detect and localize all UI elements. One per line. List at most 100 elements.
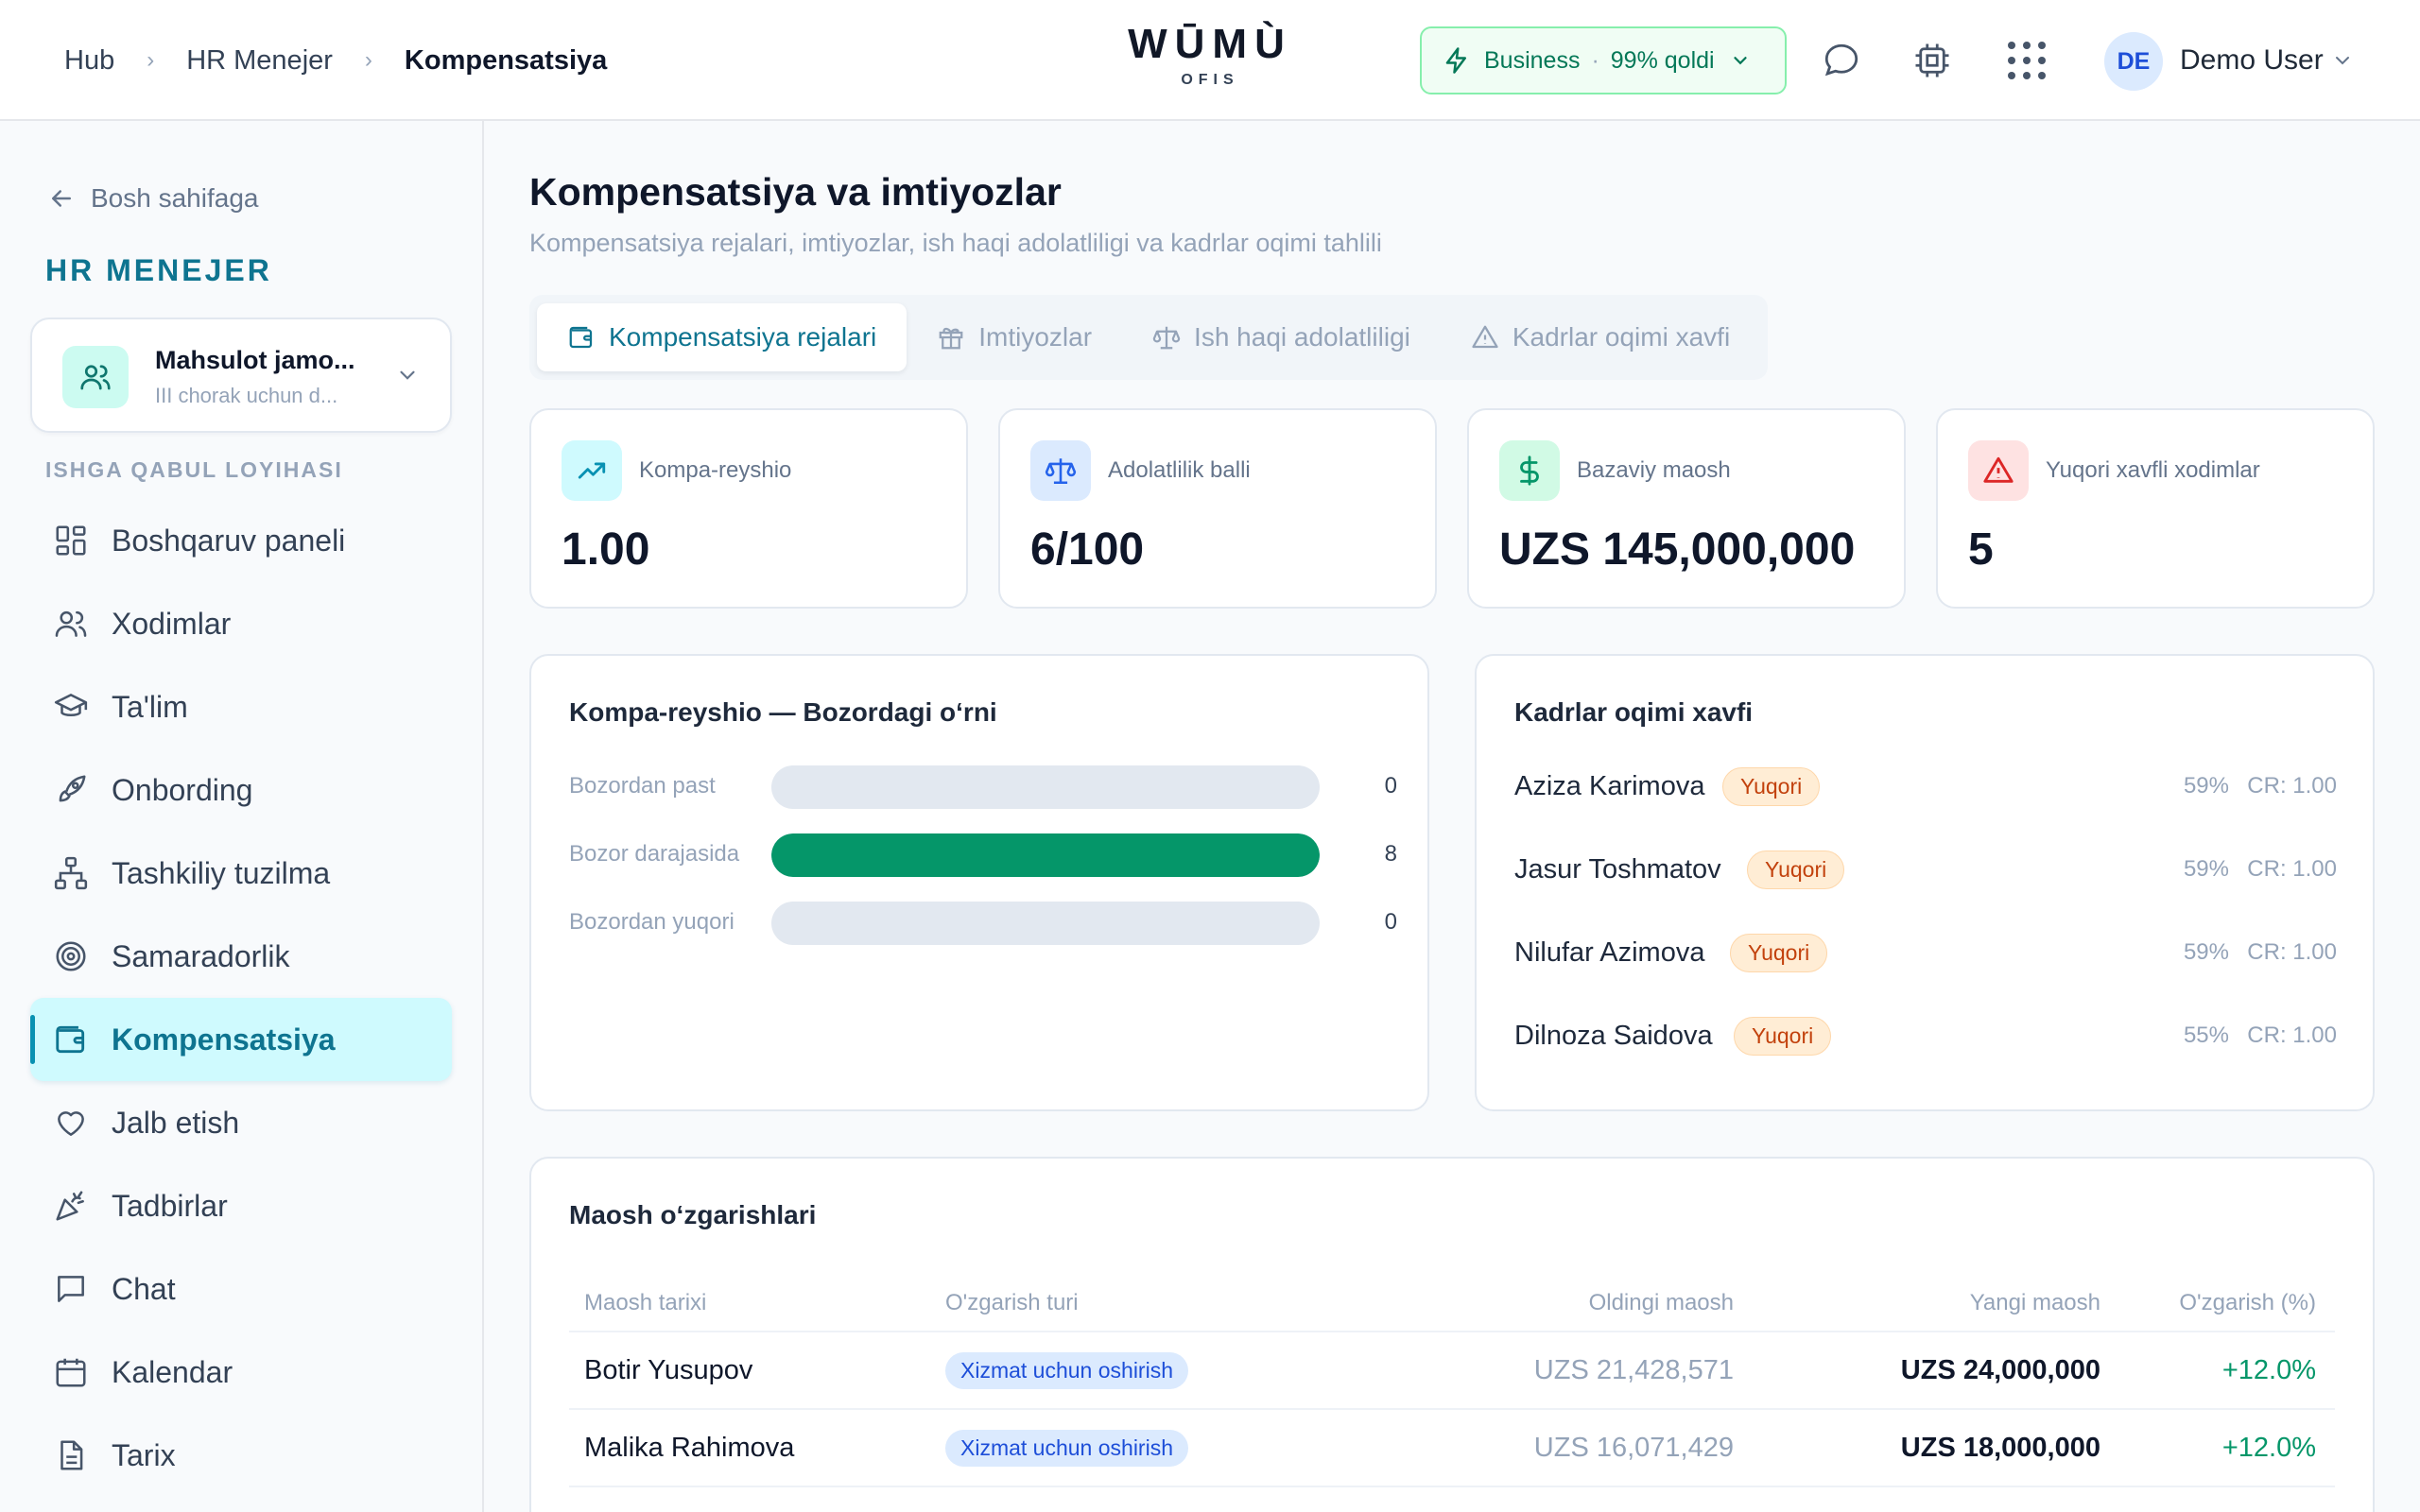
back-to-home-link[interactable]: Bosh sahifaga (47, 183, 258, 214)
sidebar-item-chat[interactable]: Chat (30, 1247, 452, 1331)
sidebar-item-history[interactable]: Tarix (30, 1414, 452, 1497)
tab-benefits[interactable]: Imtiyozlar (907, 303, 1122, 371)
stat-label: Adolatlilik balli (1108, 457, 1251, 483)
change-type-cell: Xizmat uchun oshirish (945, 1410, 1342, 1486)
risk-percent: 59% (2183, 856, 2229, 882)
risk-row[interactable]: Jasur Toshmatov Yuqori 59% CR: 1.00 (1514, 843, 2337, 900)
tab-label: Imtiyozlar (978, 322, 1093, 352)
risk-badge: Yuqori (1747, 850, 1845, 889)
risk-percent: 59% (2183, 773, 2229, 799)
document-icon (60, 1440, 83, 1470)
app-logo[interactable]: WŪMÙ OFIS (1115, 19, 1305, 89)
stat-value: 6/100 (1030, 524, 1145, 575)
breadcrumb-hr-manager[interactable]: HR Menejer (186, 45, 333, 77)
compa-ratio-value: CR: 1.00 (2247, 773, 2337, 799)
user-name[interactable]: Demo User (2180, 42, 2324, 79)
apps-grid-icon[interactable] (2004, 38, 2049, 83)
cpu-icon[interactable] (1910, 38, 1955, 83)
gift-icon (939, 327, 963, 350)
tab-pay-equity[interactable]: Ish haqi adolatliligi (1122, 303, 1441, 371)
main-content: Kompensatsiya va imtiyozlar Kompensatsiy… (484, 121, 2420, 1512)
chevron-right-icon: › (147, 47, 155, 73)
employee-name: Dilnoza Saidova (1514, 1021, 1713, 1051)
risk-row[interactable]: Nilufar Azimova Yuqori 59% CR: 1.00 (1514, 926, 2337, 983)
chevron-down-icon (1733, 57, 1747, 65)
market-row: Bozordan yuqori 0 (569, 900, 1397, 945)
sidebar-item-label: Samaradorlik (112, 938, 290, 973)
logo-mark: WŪMÙ (1128, 21, 1292, 67)
stat-value: 5 (1968, 524, 1994, 575)
card-title: Kompa-reyshio — Bozordagi o‘rni (569, 697, 997, 727)
stat-label: Kompa-reyshio (639, 457, 792, 483)
change-type-cell: Xizmat uchun oshirish (945, 1332, 1342, 1408)
table-row[interactable]: Malika Rahimova Xizmat uchun oshirish UZ… (569, 1410, 2335, 1487)
sidebar-item-employees[interactable]: Xodimlar (30, 582, 452, 665)
risk-row[interactable]: Dilnoza Saidova Yuqori 55% CR: 1.00 (1514, 1009, 2337, 1066)
risk-row[interactable]: Aziza Karimova Yuqori 59% CR: 1.00 (1514, 760, 2337, 816)
avatar[interactable]: DE (2104, 32, 2163, 91)
rocket-icon (59, 775, 86, 802)
column-header[interactable]: Yangi maosh (1734, 1276, 2100, 1331)
change-type-badge: Xizmat uchun oshirish (945, 1351, 1188, 1389)
sidebar-item-onboarding[interactable]: Onbording (30, 748, 452, 832)
sidebar-item-label: Kompensatsiya (112, 1022, 336, 1057)
employee-name: Jasur Toshmatov (1514, 854, 1721, 885)
table-row[interactable]: Botir Yusupov Xizmat uchun oshirish UZS … (569, 1332, 2335, 1410)
employee-name: Botir Yusupov (584, 1354, 753, 1385)
attrition-risk-card: Kadrlar oqimi xavfi Aziza Karimova Yuqor… (1475, 654, 2375, 1111)
sidebar-item-dashboard[interactable]: Boshqaruv paneli (30, 499, 452, 582)
column-header[interactable]: O'zgarish turi (945, 1276, 1342, 1331)
sidebar-item-compensation[interactable]: Kompensatsiya (30, 998, 452, 1081)
sidebar-item-events[interactable]: Tadbirlar (30, 1164, 452, 1247)
sidebar-item-label: Jalb etish (112, 1105, 240, 1140)
plan-name: Business (1484, 46, 1581, 74)
change-percent: +12.0% (2221, 1432, 2316, 1463)
column-header[interactable]: Oldingi maosh (1344, 1276, 1734, 1331)
tab-attrition-risk[interactable]: Kadrlar oqimi xavfi (1441, 303, 1760, 371)
market-row-value: 0 (1384, 773, 1397, 799)
tab-compensation-plans[interactable]: Kompensatsiya rejalari (537, 303, 908, 371)
team-selector[interactable]: Mahsulot jamo... III chorak uchun d... (30, 318, 452, 433)
stat-card-compa-ratio: Kompa-reyshio 1.00 (529, 408, 968, 609)
market-bar-track (771, 833, 1320, 877)
section-label: ISHGA QABUL LOYIHASI (45, 457, 343, 482)
employee-name: Aziza Karimova (1514, 771, 1705, 801)
dollar-icon (1499, 440, 1560, 501)
scale-icon (1152, 326, 1181, 350)
plan-selector[interactable]: Business · 99% qoldi (1420, 26, 1787, 94)
sidebar-item-label: Tashkiliy tuzilma (112, 855, 331, 890)
column-header[interactable]: O'zgarish (%) (2100, 1276, 2316, 1331)
plan-separator: · (1591, 46, 1599, 74)
wallet-icon (56, 1025, 85, 1054)
sidebar-item-engagement[interactable]: Jalb etish (30, 1081, 452, 1164)
change-percent: +12.0% (2221, 1354, 2316, 1385)
risk-badge: Yuqori (1722, 767, 1821, 806)
risk-percent: 55% (2183, 1022, 2229, 1048)
chat-icon[interactable] (1819, 38, 1864, 83)
sidebar-item-org-structure[interactable]: Tashkiliy tuzilma (30, 832, 452, 915)
sidebar-item-performance[interactable]: Samaradorlik (30, 915, 452, 998)
stat-value: 1.00 (562, 524, 650, 575)
card-title: Kadrlar oqimi xavfi (1514, 697, 1754, 727)
sidebar-item-calendar[interactable]: Kalendar (30, 1331, 452, 1414)
party-icon (56, 1191, 84, 1221)
tab-label: Ish haqi adolatliligi (1194, 322, 1410, 352)
sidebar-item-label: Tarix (112, 1437, 176, 1472)
tab-label: Kompensatsiya rejalari (609, 322, 877, 352)
column-header[interactable]: Maosh tarixi (584, 1276, 925, 1331)
market-bar-track (771, 902, 1320, 945)
risk-badge: Yuqori (1734, 1017, 1832, 1056)
chevron-down-icon[interactable] (2331, 49, 2354, 72)
org-chart-icon (54, 856, 88, 890)
page-title: Kompensatsiya va imtiyozlar (529, 170, 1062, 214)
sidebar-item-label: Boshqaruv paneli (112, 523, 346, 558)
users-icon (62, 346, 129, 408)
back-label: Bosh sahifaga (91, 183, 259, 213)
old-salary: UZS 21,428,571 (1533, 1354, 1734, 1385)
sidebar-item-label: Ta'lim (112, 689, 188, 724)
breadcrumb-hub[interactable]: Hub (64, 45, 114, 77)
sidebar-item-label: Tadbirlar (112, 1188, 228, 1223)
sidebar-item-learning[interactable]: Ta'lim (30, 665, 452, 748)
scale-icon (1030, 440, 1091, 501)
target-icon (56, 941, 86, 971)
